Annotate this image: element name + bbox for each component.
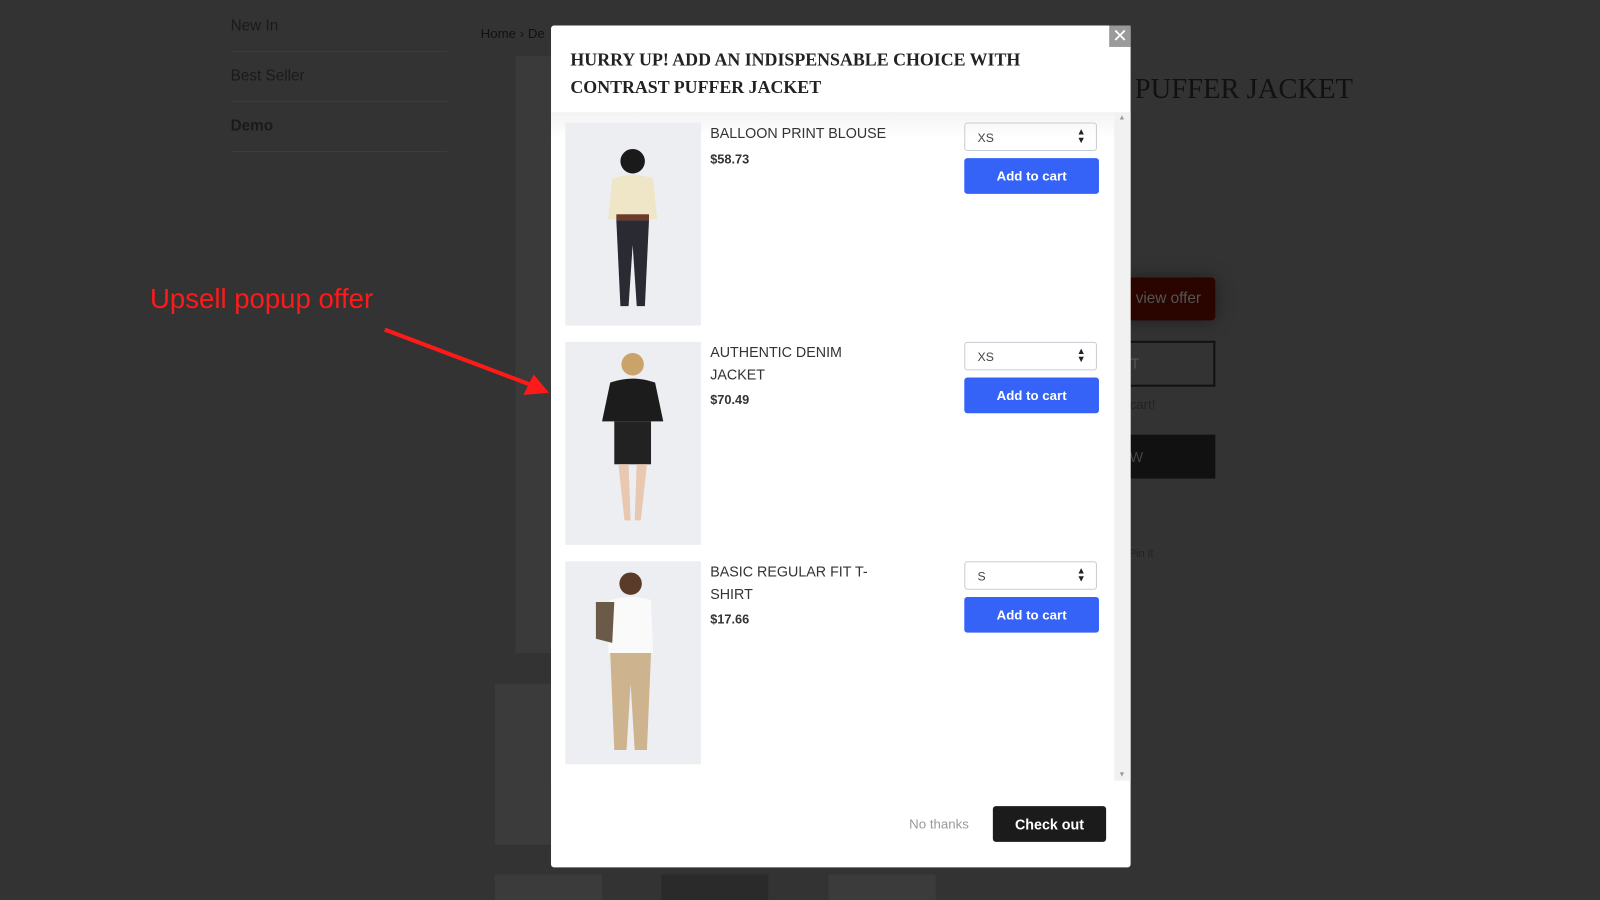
size-value: XS — [977, 130, 994, 145]
sidebar-item-label: Best Seller — [230, 67, 305, 85]
select-arrows-icon: ▲ ▼ — [1076, 126, 1086, 145]
modal-title: HURRY UP! ADD AN INDISPENSABLE CHOICE WI… — [570, 48, 1021, 97]
scrollbar[interactable]: ▲ ▼ — [1114, 112, 1131, 781]
buy-now-button[interactable]: W — [1122, 434, 1216, 479]
sidebar-item-label: Demo — [230, 117, 274, 135]
sidebar-item-label: New In — [230, 17, 279, 35]
scroll-down-icon[interactable]: ▼ — [1118, 771, 1125, 778]
close-button[interactable]: ✕ — [1109, 25, 1131, 47]
buy-now-label: W — [1129, 448, 1144, 466]
list-item: BALLOON PRINT BLOUSE $58.73 XS ▲ ▼ Add to … — [565, 122, 1101, 326]
page: New In Best Seller Demo Home › De PUFFER… — [0, 0, 1600, 900]
close-icon: ✕ — [1112, 25, 1128, 46]
annotation-label: Upsell popup offer — [150, 283, 374, 315]
product-price: $70.49 — [710, 392, 750, 408]
list-item: AUTHENTIC DENIM JACKET $70.49 XS ▲ ▼ Add t… — [565, 341, 1101, 546]
size-value: S — [977, 569, 986, 584]
view-offer-label: view offer — [1135, 289, 1201, 308]
sidebar-item-best-seller[interactable]: Best Seller — [230, 52, 447, 103]
product-title: PUFFER JACKET — [1134, 73, 1353, 106]
list-item: BASIC REGULAR FIT T-SHIRT $17.66 S ▲ ▼ Add… — [565, 561, 1101, 765]
annotation-arrow — [383, 327, 549, 395]
product-thumbnail[interactable] — [661, 874, 769, 900]
size-select[interactable]: XS ▲ ▼ — [964, 122, 1097, 152]
product-image[interactable] — [565, 122, 702, 326]
sidebar-item-new-in[interactable]: New In — [230, 2, 447, 53]
add-to-cart-button[interactable]: T — [1122, 340, 1216, 387]
add-to-cart-button[interactable]: Add to cart — [964, 377, 1099, 414]
product-image[interactable] — [565, 561, 702, 765]
breadcrumb: Home › De — [481, 26, 545, 41]
upsell-modal: HURRY UP! ADD AN INDISPENSABLE CHOICE WI… — [551, 25, 1131, 868]
breadcrumb-home[interactable]: Home — [481, 26, 516, 41]
select-arrows-icon: ▲ ▼ — [1076, 565, 1086, 584]
pin-it-link[interactable]: Pin it — [1129, 548, 1154, 560]
product-thumbnail[interactable] — [828, 874, 936, 900]
view-offer-button[interactable]: view offer — [1122, 277, 1216, 321]
add-to-cart-button[interactable]: Add to cart — [964, 596, 1099, 633]
size-select[interactable]: XS ▲ ▼ — [964, 341, 1097, 371]
size-value: XS — [977, 350, 994, 365]
product-price: $17.66 — [710, 612, 750, 627]
product-name[interactable]: AUTHENTIC DENIM JACKET — [710, 342, 894, 386]
cart-note: cart! — [1129, 396, 1156, 413]
size-select[interactable]: S ▲ ▼ — [964, 561, 1097, 590]
product-thumbnail[interactable] — [494, 683, 557, 845]
scroll-up-icon[interactable]: ▲ — [1118, 114, 1125, 121]
product-image[interactable] — [565, 341, 702, 545]
breadcrumb-separator: › — [519, 25, 525, 41]
product-name[interactable]: BALLOON PRINT BLOUSE — [710, 122, 894, 144]
product-list: BALLOON PRINT BLOUSE $58.73 XS ▲ ▼ Add to … — [551, 112, 1115, 781]
add-to-cart-label: T — [1130, 355, 1140, 372]
breadcrumb-current: De — [527, 25, 545, 41]
add-to-cart-button[interactable]: Add to cart — [964, 158, 1099, 194]
product-thumbnail[interactable] — [494, 874, 603, 900]
product-name[interactable]: BASIC REGULAR FIT T-SHIRT — [710, 561, 894, 605]
product-price: $58.73 — [710, 152, 750, 167]
sidebar-item-demo[interactable]: Demo — [230, 102, 447, 153]
select-arrows-icon: ▲ ▼ — [1076, 345, 1086, 365]
no-thanks-link[interactable]: No thanks — [909, 816, 969, 831]
checkout-button[interactable]: Check out — [992, 806, 1107, 842]
